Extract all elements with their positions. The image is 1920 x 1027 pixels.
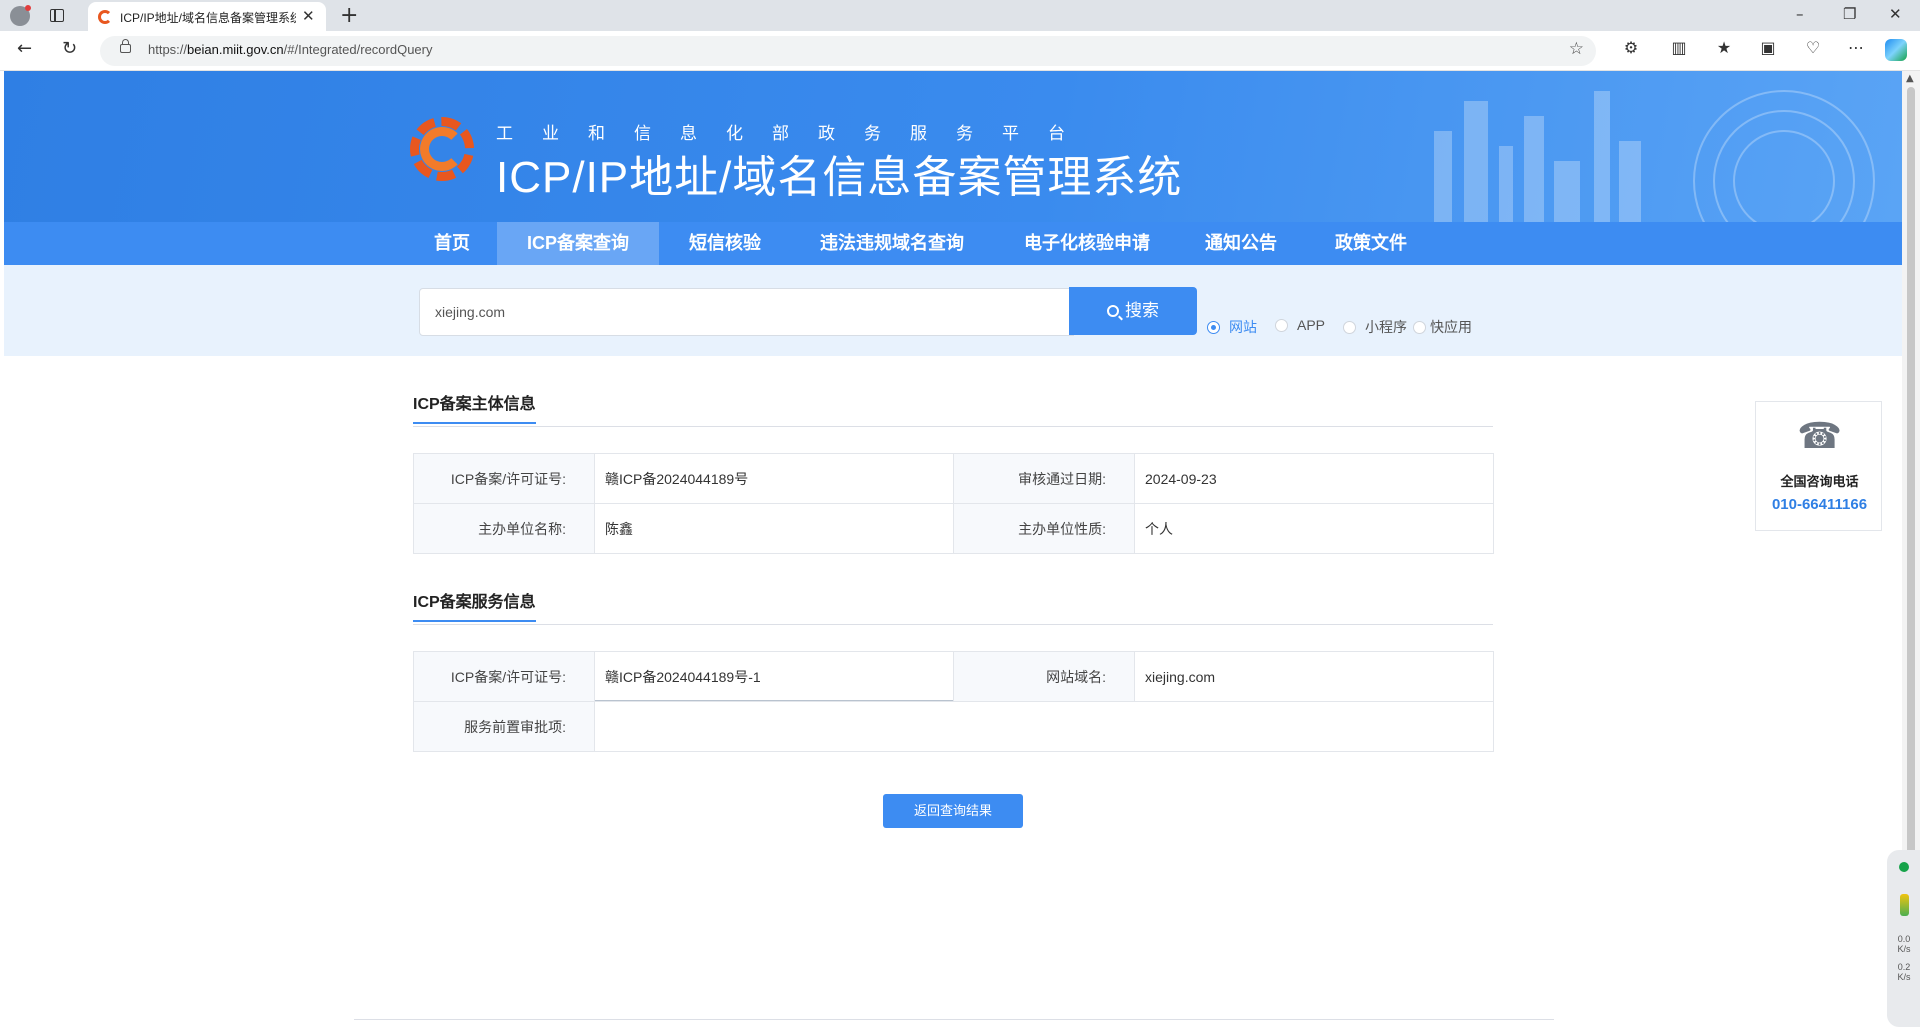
service-license-value: 赣ICP备2024044189号-1 <box>594 651 954 702</box>
nav-item-icp-query[interactable]: ICP备案查询 <box>497 222 659 265</box>
upload-speed: 0.0 <box>1897 934 1911 944</box>
nav-item-illegal-domain[interactable]: 违法违规域名查询 <box>804 222 980 265</box>
radio-mini-program[interactable]: 小程序 <box>1343 317 1407 335</box>
status-dot-icon <box>1899 862 1909 872</box>
nav-item-notices[interactable]: 通知公告 <box>1190 222 1292 265</box>
tab-title: ICP/IP地址/域名信息备案管理系统 <box>120 11 296 25</box>
browser-essentials-icon[interactable]: ♡ <box>1803 38 1823 58</box>
download-unit: K/s <box>1897 972 1911 982</box>
city-skyline-decoration <box>1434 90 1875 222</box>
split-screen-icon[interactable]: ▥ <box>1669 38 1689 58</box>
phone-icon: ☎ <box>1797 416 1842 457</box>
restore-icon[interactable]: ❐ <box>1843 5 1856 23</box>
close-window-icon[interactable]: ✕ <box>1889 5 1902 23</box>
address-bar[interactable]: https://beian.miit.gov.cn/#/Integrated/r… <box>100 36 1596 66</box>
favorite-star-icon[interactable]: ☆ <box>1569 39 1584 59</box>
new-tab-icon[interactable]: + <box>340 3 358 28</box>
network-speed-widget[interactable]: 0.0 K/s 0.2 K/s <box>1887 850 1920 1027</box>
system-title: ICP/IP地址/域名信息备案管理系统 <box>496 153 1183 202</box>
license-label: ICP备案/许可证号: <box>413 453 595 504</box>
radio-app[interactable]: APP <box>1275 317 1325 335</box>
table-row: ICP备案/许可证号: 赣ICP备2024044189号-1 网站域名: xie… <box>413 651 1494 702</box>
back-icon[interactable]: ← <box>17 38 32 59</box>
main-nav: 首页 ICP备案查询 短信核验 违法违规域名查询 电子化核验申请 通知公告 政策… <box>4 222 1902 265</box>
memory-bar-icon <box>1900 894 1909 916</box>
favorites-icon[interactable]: ★ <box>1714 38 1734 58</box>
minimize-icon[interactable]: – <box>1796 5 1804 23</box>
nav-item-policies[interactable]: 政策文件 <box>1320 222 1422 265</box>
refresh-icon[interactable]: ↻ <box>62 38 77 59</box>
url-text: https://beian.miit.gov.cn/#/Integrated/r… <box>148 42 433 57</box>
extensions-icon[interactable]: ⚙ <box>1621 38 1641 58</box>
browser-toolbar: ← ↻ https://beian.miit.gov.cn/#/Integrat… <box>0 31 1920 71</box>
browser-tab-bar: ICP/IP地址/域名信息备案管理系统 ✕ + – ❐ ✕ <box>0 0 1920 31</box>
nav-item-e-verify[interactable]: 电子化核验申请 <box>1004 222 1170 265</box>
section-divider <box>413 624 1493 625</box>
license-value: 赣ICP备2024044189号 <box>594 453 954 504</box>
domain-label: 网站域名: <box>953 651 1135 702</box>
contact-card: ☎ 全国咨询电话 010-66411166 <box>1755 401 1882 531</box>
upload-unit: K/s <box>1897 944 1911 954</box>
scroll-thumb[interactable] <box>1907 87 1915 887</box>
search-button[interactable]: 搜索 <box>1069 287 1197 335</box>
copilot-icon[interactable] <box>1885 39 1907 61</box>
section-divider <box>413 426 1493 427</box>
org-name-value: 陈鑫 <box>594 503 954 554</box>
service-license-label: ICP备案/许可证号: <box>413 651 595 702</box>
service-info-title: ICP备案服务信息 <box>413 588 536 622</box>
lock-icon[interactable] <box>120 39 131 53</box>
search-input[interactable]: xiejing.com <box>419 288 1074 336</box>
approve-date-label: 审核通过日期: <box>953 453 1135 504</box>
pre-approval-value <box>594 701 1494 752</box>
download-speed: 0.2 <box>1897 962 1911 972</box>
nav-item-sms-verify[interactable]: 短信核验 <box>670 222 780 265</box>
service-info-table: ICP备案/许可证号: 赣ICP备2024044189号-1 网站域名: xie… <box>413 651 1494 752</box>
subject-info-table: ICP备案/许可证号: 赣ICP备2024044189号 审核通过日期: 202… <box>413 453 1494 554</box>
search-band: xiejing.com 搜索 网站 APP 小程序 快应用 <box>4 265 1902 356</box>
more-menu-icon[interactable]: ⋯ <box>1846 38 1866 58</box>
search-icon <box>1107 305 1119 317</box>
approve-date-value: 2024-09-23 <box>1134 453 1494 504</box>
miit-logo <box>404 111 480 187</box>
scroll-up-arrow-icon[interactable]: ▲ <box>1906 73 1914 84</box>
site-favicon-icon <box>98 10 112 24</box>
back-to-results-button[interactable]: 返回查询结果 <box>883 794 1023 828</box>
org-type-value: 个人 <box>1134 503 1494 554</box>
contact-number: 010-66411166 <box>1771 496 1868 513</box>
page-viewport: 工业和信息化部政务服务平台 ICP/IP地址/域名信息备案管理系统 首页 ICP… <box>4 71 1902 1027</box>
radio-website[interactable]: 网站 <box>1207 317 1257 335</box>
subject-info-title: ICP备案主体信息 <box>413 390 536 424</box>
collections-icon[interactable]: ▣ <box>1758 38 1778 58</box>
close-tab-icon[interactable]: ✕ <box>302 7 315 25</box>
domain-value: xiejing.com <box>1134 651 1494 702</box>
table-row: ICP备案/许可证号: 赣ICP备2024044189号 审核通过日期: 202… <box>413 453 1494 504</box>
table-row: 主办单位名称: 陈鑫 主办单位性质: 个人 <box>413 503 1494 554</box>
notification-dot-icon <box>25 5 31 11</box>
tab-actions-icon[interactable] <box>50 9 64 22</box>
org-name-label: 主办单位名称: <box>413 503 595 554</box>
nav-item-home[interactable]: 首页 <box>410 222 494 265</box>
contact-label: 全国咨询电话 <box>1780 474 1859 489</box>
site-header: 工业和信息化部政务服务平台 ICP/IP地址/域名信息备案管理系统 <box>4 71 1902 222</box>
footer-divider <box>354 1019 1554 1020</box>
pre-approval-label: 服务前置审批项: <box>413 701 595 752</box>
browser-tab[interactable]: ICP/IP地址/域名信息备案管理系统 ✕ <box>88 2 326 31</box>
org-type-label: 主办单位性质: <box>953 503 1135 554</box>
radio-quick-app[interactable]: 快应用 <box>1413 317 1472 335</box>
table-row: 服务前置审批项: <box>413 701 1494 752</box>
